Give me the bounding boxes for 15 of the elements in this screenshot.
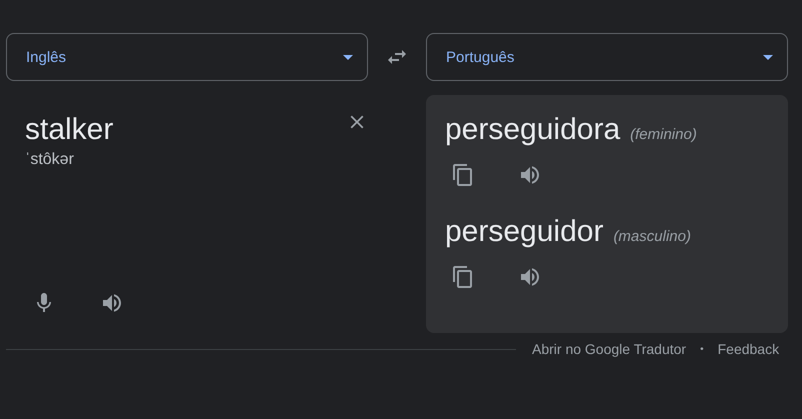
source-language-dropdown[interactable]: Inglês xyxy=(6,33,368,81)
feedback-link[interactable]: Feedback xyxy=(718,341,780,357)
translation-text: perseguidora xyxy=(445,113,620,147)
caret-icon xyxy=(343,54,353,60)
separator-dot: • xyxy=(700,344,704,354)
gender-label: (feminino) xyxy=(630,126,697,143)
source-text: stalker xyxy=(25,113,114,147)
copy-icon[interactable] xyxy=(451,163,475,187)
target-language-dropdown[interactable]: Português xyxy=(426,33,788,81)
gender-label: (masculino) xyxy=(613,228,691,245)
copy-icon[interactable] xyxy=(451,265,475,289)
open-in-translate-link[interactable]: Abrir no Google Tradutor xyxy=(532,341,686,357)
caret-icon xyxy=(763,54,773,60)
translation-text: perseguidor xyxy=(445,215,604,249)
pronunciation: ˈstôkər xyxy=(25,151,74,169)
